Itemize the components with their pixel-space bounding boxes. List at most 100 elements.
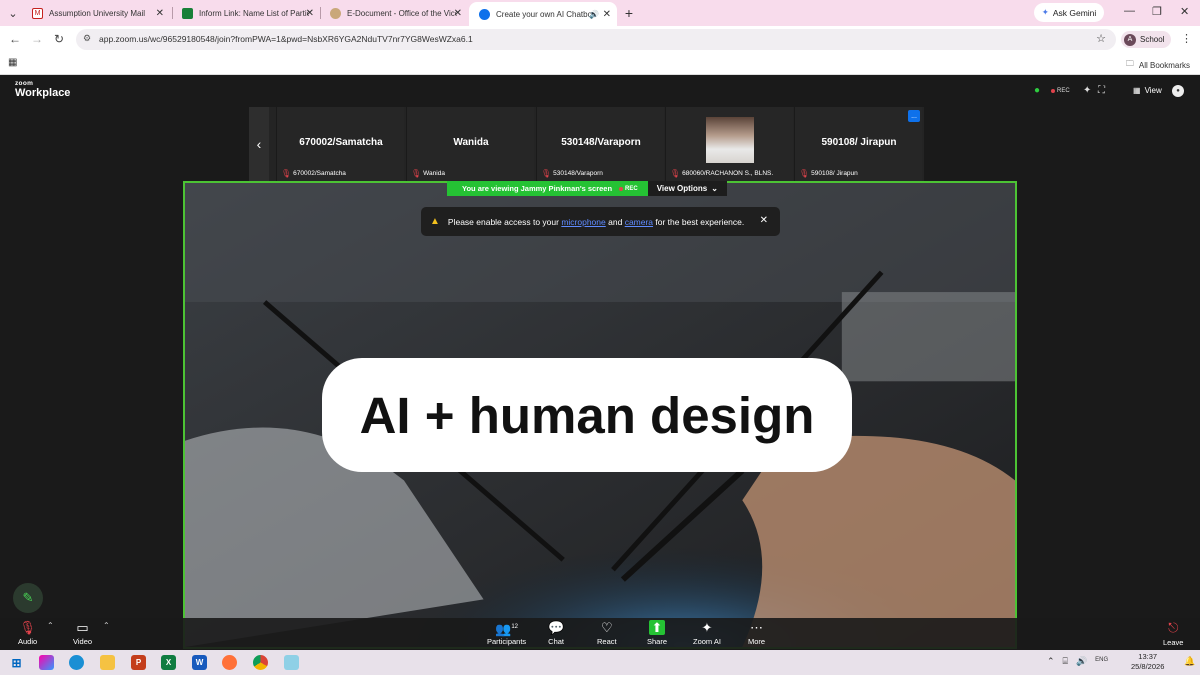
tab-e-document[interactable]: E-Document - Office of the Vice ✕ (320, 2, 468, 24)
forward-icon[interactable]: → (31, 32, 43, 46)
ai-sparkle-icon[interactable]: ✦ (1083, 85, 1091, 96)
tab-search-icon[interactable]: ⌄ (4, 4, 22, 22)
mic-muted-icon: 🎙 (281, 169, 292, 178)
camera-link[interactable]: camera (625, 217, 653, 227)
zoom-header: zoom Workplace ● REC ✦ ⛶ ▦ View ● (0, 75, 1200, 107)
close-icon[interactable]: ✕ (760, 215, 768, 226)
zoom-icon (479, 8, 490, 20)
close-tab-icon[interactable]: ✕ (306, 8, 314, 19)
bookmarks-bar: ▦ 🗀 All Bookmarks (0, 53, 1200, 75)
zoom-logo: zoom Workplace (15, 80, 71, 99)
apps-grid-icon[interactable]: ▦ (8, 57, 17, 68)
tab-title: E-Document - Office of the Vice (347, 8, 457, 18)
browser-menu-icon[interactable]: ⋮ (1181, 32, 1192, 45)
bookmark-star-icon[interactable]: ☆ (1096, 32, 1106, 45)
chevron-up-icon[interactable]: ⌃ (1047, 656, 1055, 667)
site-info-icon[interactable]: ⚙ (83, 33, 91, 44)
notice-text: and (608, 216, 623, 227)
microphone-link[interactable]: microphone (561, 217, 605, 227)
more-options-icon[interactable]: ... (908, 110, 920, 122)
tab-title: Create your own AI Chatbot (496, 9, 592, 19)
language-indicator[interactable]: ENG (1095, 656, 1108, 667)
chevron-left-icon[interactable]: ‹ (249, 107, 269, 181)
recording-indicator[interactable]: REC (1051, 88, 1070, 94)
view-options-button[interactable]: View Options ⌄ (647, 181, 727, 196)
view-button[interactable]: ▦ View (1133, 86, 1162, 95)
reload-icon[interactable]: ↻ (54, 32, 64, 46)
close-tab-icon[interactable]: ✕ (603, 9, 611, 20)
fullscreen-icon[interactable]: ⛶ (1098, 85, 1105, 96)
copilot-icon[interactable] (39, 655, 54, 670)
powerpoint-icon[interactable]: P (131, 655, 146, 670)
participant-label: Wanida (423, 170, 445, 177)
url-text[interactable]: app.zoom.us/wc/96529180548/join?fromPWA=… (99, 34, 473, 44)
share-label: Share (647, 637, 668, 646)
windows-taskbar: ⊞ P X W ⌃ ⌸ 🔊 ENG 13:37 25/8/2026 🔔 (0, 650, 1200, 675)
participants-button[interactable]: 👥12 Participants (487, 620, 526, 646)
close-tab-icon[interactable]: ✕ (156, 8, 164, 19)
network-icon[interactable]: ⌸ (1063, 656, 1068, 667)
participant-thumb[interactable]: 530148/Varaporn 🎙 530148/Varaporn (536, 107, 664, 181)
participant-thumb[interactable]: 670002/Samatcha 🎙 670002/Samatcha (276, 107, 404, 181)
participant-label: 680060/RACHANON S., BLNS. (682, 170, 774, 177)
participant-thumb[interactable]: Wanida 🎙 Wanida (406, 107, 534, 181)
participant-thumb[interactable]: 590108/ Jirapun 🎙 590108/ Jirapun (794, 107, 922, 181)
tab-gmail[interactable]: M Assumption University Mail ✕ (22, 2, 170, 24)
mic-muted-icon: 🎙 (411, 169, 422, 178)
ask-gemini-button[interactable]: ✦ Ask Gemini (1034, 3, 1104, 22)
participant-thumb[interactable]: 🎙 680060/RACHANON S., BLNS. (665, 107, 793, 181)
chevron-up-icon: ⌃ (47, 621, 54, 630)
zoom-ai-button[interactable]: ✦ Zoom AI (693, 620, 721, 646)
firefox-icon[interactable] (222, 655, 237, 670)
profile-button[interactable]: A School (1121, 31, 1171, 48)
gmail-icon: M (32, 7, 43, 19)
tab-sheets[interactable]: Inform Link: Name List of Partic ✕ (172, 2, 320, 24)
edge-icon[interactable] (69, 655, 84, 670)
audio-caret[interactable]: ⌃ (47, 618, 54, 633)
app-icon[interactable] (284, 655, 299, 670)
leave-icon: ⎋ (1168, 620, 1179, 635)
logo-bottom: Workplace (15, 86, 71, 99)
system-tray: ⌃ ⌸ 🔊 ENG (1047, 656, 1108, 667)
shield-check-icon[interactable]: ● (1034, 85, 1040, 96)
address-bar[interactable]: ⚙ app.zoom.us/wc/96529180548/join?fromPW… (76, 29, 1116, 50)
leave-button[interactable]: ⎋ Leave (1163, 620, 1183, 647)
close-tab-icon[interactable]: ✕ (454, 8, 462, 19)
video-button[interactable]: ▭ Video (73, 620, 92, 646)
excel-icon[interactable]: X (161, 655, 176, 670)
speaker-icon[interactable]: 🔊 (1076, 656, 1087, 667)
annotate-pencil-icon[interactable]: ✎ (13, 583, 43, 613)
new-tab-button[interactable]: + (620, 4, 638, 22)
tab-zoom-active[interactable]: Create your own AI Chatbot 🔊 ✕ (469, 2, 617, 26)
minimize-icon[interactable]: — (1124, 5, 1135, 17)
react-button[interactable]: ♡ React (597, 620, 617, 646)
more-button[interactable]: ⋯ More (748, 620, 765, 646)
participants-count: 12 (511, 624, 519, 630)
notification-bell-icon[interactable]: 🔔 (1184, 656, 1195, 667)
participant-label: 670002/Samatcha (293, 170, 346, 177)
chevron-up-icon: ⌃ (103, 621, 110, 630)
close-window-icon[interactable]: ✕ (1180, 5, 1189, 18)
share-button[interactable]: ⬆ Share (647, 620, 667, 646)
speaker-icon[interactable]: 🔊 (589, 10, 599, 19)
viewing-label: You are viewing Jammy Pinkman's screen (462, 184, 613, 193)
restore-icon[interactable]: ❐ (1152, 5, 1162, 18)
audio-button[interactable]: 🎙 Audio (18, 620, 37, 646)
all-bookmarks-button[interactable]: 🗀 All Bookmarks (1126, 58, 1190, 72)
file-explorer-icon[interactable] (100, 655, 115, 670)
more-label: More (748, 637, 766, 646)
clock[interactable]: 13:37 25/8/2026 (1131, 652, 1164, 672)
camera-off-icon: ▭ (76, 620, 89, 635)
user-avatar[interactable]: ● (1172, 85, 1184, 97)
chrome-icon[interactable] (253, 655, 268, 670)
windows-start-icon[interactable]: ⊞ (9, 655, 24, 670)
participants-label: Participants (487, 637, 527, 646)
participant-label: 590108/ Jirapun (811, 170, 858, 177)
clock-date: 25/8/2026 (1131, 662, 1165, 671)
back-icon[interactable]: ← (9, 32, 21, 46)
browser-toolbar: ← → ↻ ⚙ app.zoom.us/wc/96529180548/join?… (0, 26, 1200, 53)
ai-sparkle-icon: ✦ (701, 620, 713, 635)
word-icon[interactable]: W (192, 655, 207, 670)
video-caret[interactable]: ⌃ (103, 618, 110, 633)
chat-button[interactable]: 💬 Chat (548, 620, 564, 646)
